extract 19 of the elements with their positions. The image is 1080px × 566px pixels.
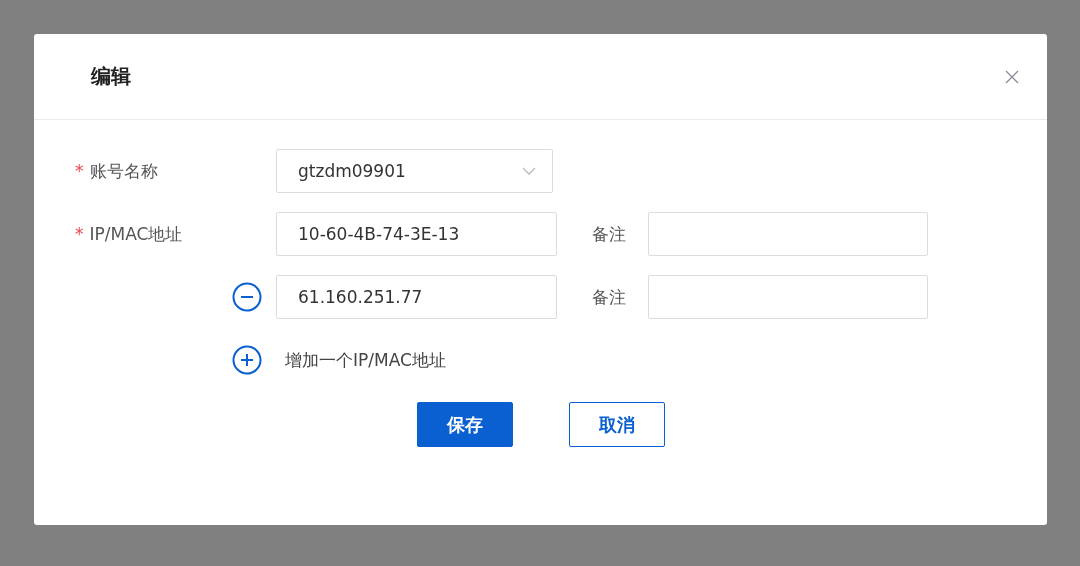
cancel-button[interactable]: 取消	[569, 402, 665, 447]
dialog-title: 编辑	[91, 63, 131, 90]
note-input[interactable]	[648, 212, 928, 256]
save-button[interactable]: 保存	[417, 402, 513, 447]
required-mark: *	[75, 161, 84, 181]
account-select[interactable]: gtzdm09901	[276, 149, 553, 193]
field-label: 账号名称	[89, 159, 158, 183]
close-icon[interactable]	[1005, 69, 1019, 84]
add-address-link[interactable]: 增加一个IP/MAC地址	[285, 348, 446, 372]
address-input[interactable]: 10-60-4B-74-3E-13	[276, 212, 557, 256]
note-input[interactable]	[648, 275, 928, 319]
field-label: IP/MAC地址	[89, 222, 183, 246]
required-mark: *	[75, 224, 84, 244]
chevron-down-icon	[522, 167, 536, 175]
note-label: 备注	[592, 222, 626, 246]
remove-icon[interactable]	[232, 282, 262, 312]
add-icon[interactable]	[232, 345, 262, 375]
address-input[interactable]: 61.160.251.77	[276, 275, 557, 319]
note-label: 备注	[592, 285, 626, 309]
